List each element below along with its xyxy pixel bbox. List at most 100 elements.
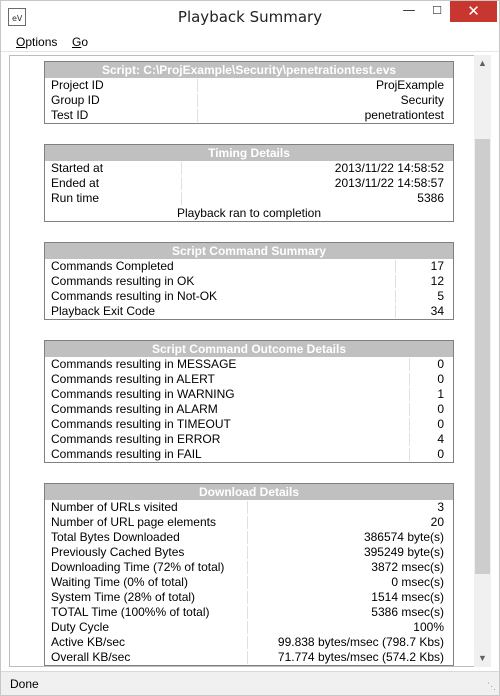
vertical-scrollbar[interactable]: ▲ ▼ — [474, 55, 491, 667]
row-value: 20 — [430, 515, 444, 529]
row-value: Security — [400, 93, 444, 107]
menu-go[interactable]: Go — [72, 35, 88, 49]
command-summary-header: Script Command Summary — [45, 243, 453, 259]
table-row: System Time (28% of total) 1514 msec(s) — [45, 590, 453, 605]
column-divider — [197, 79, 198, 92]
column-divider — [247, 546, 248, 559]
row-label: Group ID — [51, 93, 100, 107]
column-divider — [395, 290, 396, 303]
chevron-down-icon[interactable]: ▼ — [474, 650, 491, 667]
table-row: Ended at 2013/11/22 14:58:57 — [45, 176, 453, 191]
title-bar: eV Playback Summary — ☐ ✕ — [1, 1, 499, 32]
minimize-icon[interactable]: — — [395, 1, 423, 22]
row-value: 34 — [430, 304, 444, 318]
table-row: Commands resulting in Not-OK 5 — [45, 289, 453, 304]
scroll-thumb[interactable] — [475, 139, 490, 574]
row-value: 71.774 bytes/msec (574.2 Kbs) — [277, 650, 444, 664]
row-label: Previously Cached Bytes — [51, 545, 185, 559]
outcome-panel-header: Script Command Outcome Details — [45, 341, 453, 357]
row-value: 0 — [437, 402, 444, 416]
row-label: Test ID — [51, 108, 89, 122]
column-divider — [409, 388, 410, 401]
column-divider — [409, 373, 410, 386]
column-divider — [395, 275, 396, 288]
table-row: Playback Exit Code 34 — [45, 304, 453, 319]
row-value: 2013/11/22 14:58:57 — [334, 176, 444, 190]
row-value: 5386 msec(s) — [371, 605, 444, 619]
status-bar: Done ⋱ — [1, 671, 499, 695]
table-row: Commands resulting in ALARM 0 — [45, 402, 453, 417]
row-value: 4 — [437, 432, 444, 446]
table-row: Commands resulting in MESSAGE 0 — [45, 357, 453, 372]
row-label: Commands resulting in Not-OK — [51, 289, 218, 303]
row-value: 1514 msec(s) — [371, 590, 444, 604]
row-label: Active KB/sec — [51, 635, 126, 649]
row-label: Ended at — [51, 176, 100, 190]
download-panel-header: Download Details — [45, 484, 453, 500]
timing-panel-header: Timing Details — [45, 145, 453, 161]
resize-grip-icon[interactable]: ⋱ — [487, 681, 496, 692]
row-value: ProjExample — [375, 78, 444, 92]
row-value: 0 msec(s) — [391, 575, 444, 589]
maximize-icon[interactable]: ☐ — [423, 1, 451, 22]
table-row: Number of URL page elements 20 — [45, 515, 453, 530]
column-divider — [181, 162, 182, 175]
column-divider — [247, 636, 248, 649]
column-divider — [409, 448, 410, 461]
column-divider — [247, 576, 248, 589]
chevron-up-icon[interactable]: ▲ — [474, 55, 491, 72]
row-label: Started at — [51, 161, 104, 175]
row-value: 2013/11/22 14:58:52 — [334, 161, 444, 175]
table-row: Downloading Time (72% of total) 3872 msec… — [45, 560, 453, 575]
row-value: 0 — [437, 447, 444, 461]
column-divider — [247, 621, 248, 634]
row-label: Commands resulting in TIMEOUT — [51, 417, 231, 431]
row-label: Commands resulting in ALERT — [51, 372, 215, 386]
playback-status-text: Playback ran to completion — [176, 206, 322, 220]
row-value: 5 — [437, 289, 444, 303]
table-row: Commands resulting in ERROR 4 — [45, 432, 453, 447]
table-row: Commands resulting in OK 12 — [45, 274, 453, 289]
download-panel: Download Details Number of URLs visited 3… — [44, 483, 454, 666]
row-value: 12 — [430, 274, 444, 288]
row-label: Number of URLs visited — [51, 500, 178, 514]
outcome-panel: Script Command Outcome Details Commands … — [44, 340, 454, 463]
column-divider — [247, 591, 248, 604]
row-label: Duty Cycle — [51, 620, 110, 634]
command-summary-panel: Script Command Summary Commands Complete… — [44, 242, 454, 320]
column-divider — [247, 531, 248, 544]
row-value: 386574 byte(s) — [363, 530, 444, 544]
timing-footer-row: Playback ran to completion — [45, 206, 453, 221]
column-divider — [247, 516, 248, 529]
row-value: penetrationtest — [364, 108, 444, 122]
summary-content: Script: C:\ProjExample\Security\penetrat… — [9, 55, 482, 667]
table-row: Commands Completed 17 — [45, 259, 453, 274]
table-row: Overall KB/sec 71.774 bytes/msec (574.2 K… — [45, 650, 453, 665]
column-divider — [247, 561, 248, 574]
table-row: Active KB/sec 99.838 bytes/msec (798.7 Kb… — [45, 635, 453, 650]
row-label: Commands resulting in ALARM — [51, 402, 218, 416]
row-label: Commands resulting in MESSAGE — [51, 357, 237, 371]
column-divider — [247, 501, 248, 514]
table-row: Number of URLs visited 3 — [45, 500, 453, 515]
command-summary-rows: Commands Completed 17 Commands resulting i… — [45, 259, 453, 319]
column-divider — [181, 192, 182, 205]
column-divider — [181, 177, 182, 190]
row-value: 1 — [437, 387, 444, 401]
script-panel-rows: Project ID ProjExample Group ID Security Tes… — [45, 78, 453, 123]
close-icon[interactable]: ✕ — [450, 1, 497, 22]
timing-panel-rows: Started at 2013/11/22 14:58:52 Ended at 201… — [45, 161, 453, 206]
row-label: Overall KB/sec — [51, 650, 131, 664]
outcome-panel-rows: Commands resulting in MESSAGE 0 Commands r… — [45, 357, 453, 462]
menu-bar: Options Go — [1, 32, 499, 52]
status-text: Done — [10, 677, 39, 691]
table-row: Run time 5386 — [45, 191, 453, 206]
row-label: Run time — [51, 191, 100, 205]
row-label: Commands resulting in OK — [51, 274, 195, 288]
menu-options[interactable]: Options — [16, 35, 57, 49]
row-value: 3 — [437, 500, 444, 514]
table-row: Duty Cycle 100% — [45, 620, 453, 635]
row-label: TOTAL Time (100%% of total) — [51, 605, 210, 619]
row-value: 3872 msec(s) — [371, 560, 444, 574]
row-label: Total Bytes Downloaded — [51, 530, 180, 544]
